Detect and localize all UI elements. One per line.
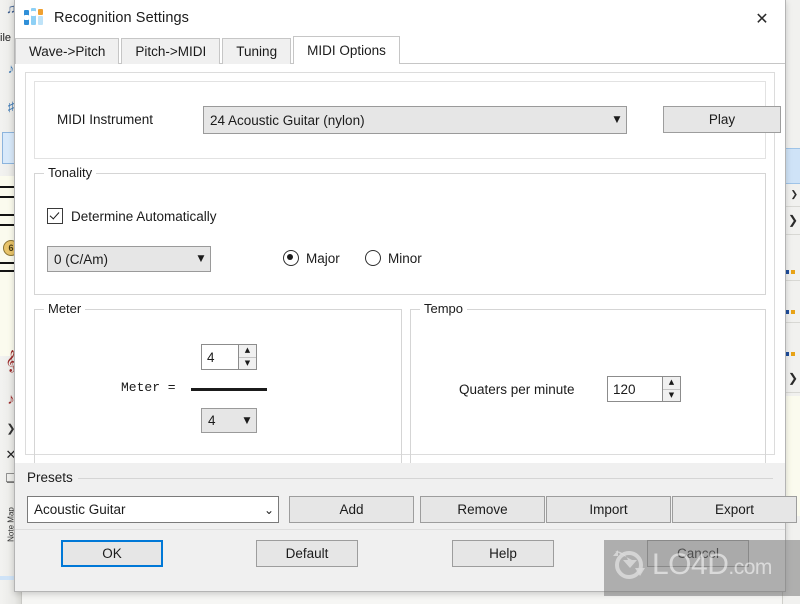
minor-radio[interactable]: Minor	[365, 250, 422, 266]
cancel-button[interactable]: Cancel	[647, 540, 749, 567]
tab-bar: Wave->Pitch Pitch->MIDI Tuning MIDI Opti…	[15, 36, 785, 64]
radio-dot-icon	[283, 250, 299, 266]
preset-add-button[interactable]: Add	[289, 496, 414, 523]
tonality-group-title: Tonality	[44, 166, 97, 180]
ok-button[interactable]: OK	[61, 540, 163, 567]
tonality-key-combo[interactable]: 0 (C/Am) ▼	[47, 246, 211, 272]
chevron-down-icon: ▼	[613, 115, 621, 125]
checkbox-check-icon	[47, 208, 63, 224]
midi-instrument-combo[interactable]: 24 Acoustic Guitar (nylon) ▼	[203, 106, 627, 134]
meter-denominator-combo[interactable]: 4 ▼	[201, 408, 257, 433]
footer-separator	[15, 529, 785, 530]
chevron-down-icon: ⌄	[263, 502, 275, 517]
midi-options-panel: MIDI Instrument 24 Acoustic Guitar (nylo…	[25, 72, 781, 469]
major-radio[interactable]: Major	[283, 250, 340, 266]
bg-right-dots-2[interactable]	[785, 302, 797, 314]
presets-bar: Presets Acoustic Guitar ⌄ Add Remove Imp…	[15, 463, 797, 529]
tempo-group: Tempo Quaters per minute 120 ▲ ▼	[410, 302, 766, 469]
play-button[interactable]: Play	[663, 106, 781, 133]
bg-right-chevron-2[interactable]: ❯	[788, 214, 798, 226]
stepper-down-icon[interactable]: ▼	[239, 357, 256, 369]
preset-remove-button[interactable]: Remove	[420, 496, 545, 523]
radio-dot-icon	[365, 250, 381, 266]
tab-tuning[interactable]: Tuning	[222, 38, 292, 64]
major-label: Major	[306, 250, 340, 266]
quaters-per-minute-label: Quaters per minute	[459, 382, 575, 397]
meter-fraction-line	[191, 388, 267, 391]
tab-midi-options[interactable]: MIDI Options	[293, 36, 400, 64]
stepper-buttons[interactable]: ▲ ▼	[238, 345, 256, 369]
tempo-stepper[interactable]: 120 ▲ ▼	[607, 376, 681, 402]
default-button[interactable]: Default	[256, 540, 358, 567]
stepper-buttons[interactable]: ▲ ▼	[662, 377, 680, 401]
audio-faders-icon	[23, 8, 45, 28]
tab-page-midi-options: MIDI Instrument 24 Acoustic Guitar (nylo…	[15, 63, 785, 469]
stepper-up-icon[interactable]: ▲	[239, 345, 256, 358]
help-button[interactable]: Help	[452, 540, 554, 567]
meter-group-title: Meter	[44, 302, 86, 316]
determine-automatically-label: Determine Automatically	[71, 208, 217, 224]
bg-right-dots-1[interactable]	[785, 262, 797, 274]
preset-export-button[interactable]: Export	[672, 496, 797, 523]
tab-wave-pitch[interactable]: Wave->Pitch	[15, 38, 120, 64]
tonality-key-value: 0 (C/Am)	[54, 251, 108, 267]
stepper-up-icon[interactable]: ▲	[663, 377, 680, 390]
chevron-down-icon: ▼	[243, 415, 251, 426]
presets-separator	[27, 478, 773, 479]
bg-right-chevron-3[interactable]: ❯	[788, 372, 798, 384]
meter-numerator-value: 4	[207, 349, 215, 365]
instrument-group: MIDI Instrument 24 Acoustic Guitar (nylo…	[34, 81, 781, 159]
recognition-settings-dialog: Recognition Settings ✕ Wave->Pitch Pitch…	[14, 0, 797, 592]
presets-combo[interactable]: Acoustic Guitar ⌄	[27, 496, 279, 523]
midi-instrument-value: 24 Acoustic Guitar (nylon)	[210, 112, 365, 128]
preset-import-button[interactable]: Import	[546, 496, 671, 523]
dialog-titlebar: Recognition Settings ✕	[15, 0, 785, 36]
tab-pitch-midi[interactable]: Pitch->MIDI	[121, 38, 221, 64]
dialog-title: Recognition Settings	[54, 10, 189, 26]
chevron-down-icon: ▼	[197, 254, 205, 264]
close-icon[interactable]: ✕	[739, 0, 785, 36]
tempo-group-title: Tempo	[420, 302, 468, 316]
determine-automatically-checkbox[interactable]: Determine Automatically	[47, 208, 217, 224]
meter-group: Meter 4 ▲ ▼ Meter = 4 ▼	[34, 302, 402, 469]
tonality-group: Tonality Determine Automatically 0 (C/Am…	[34, 166, 766, 295]
bg-right-dots-3[interactable]	[785, 344, 797, 356]
dialog-footer: OK Default Help Cancel	[15, 529, 785, 591]
meter-equals-label: Meter =	[121, 380, 176, 395]
presets-label: Presets	[27, 470, 78, 485]
midi-instrument-label: MIDI Instrument	[57, 112, 154, 127]
tempo-value: 120	[613, 381, 636, 397]
meter-denominator-value: 4	[208, 413, 216, 428]
bg-right-chevron-1[interactable]: ❯	[790, 190, 798, 199]
minor-label: Minor	[388, 250, 422, 266]
presets-value: Acoustic Guitar	[34, 502, 126, 517]
stepper-down-icon[interactable]: ▼	[663, 389, 680, 401]
meter-numerator-stepper[interactable]: 4 ▲ ▼	[201, 344, 257, 370]
